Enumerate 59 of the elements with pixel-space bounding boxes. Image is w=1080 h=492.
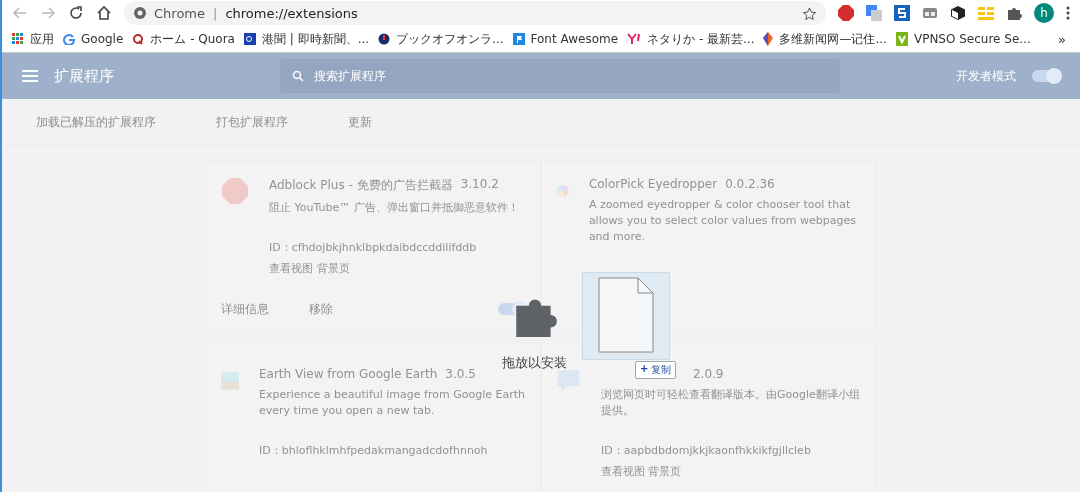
more-bookmarks-chevron[interactable]: » [1058, 31, 1066, 47]
inspect-views-label: 查看视图 [600, 465, 646, 478]
bookmark-item[interactable]: VPNSO Secure Se... [895, 32, 1031, 46]
separator: | [213, 5, 218, 21]
extension-description: 阻止 YouTube™ 广告、弹出窗口并抵御恶意软件！ [269, 200, 519, 216]
bookmark-item[interactable]: Google [63, 32, 124, 46]
q-logo-icon [132, 33, 145, 45]
g-logo-icon [63, 33, 75, 45]
window-icon[interactable] [922, 5, 938, 21]
bookmark-item[interactable]: ネタりか - 最新芸... [627, 30, 755, 48]
power-icon [378, 33, 391, 45]
developer-mode-toggle[interactable] [1032, 70, 1060, 82]
extension-name: Adblock Plus - 免费的广告拦截器 [269, 177, 453, 194]
star-icon[interactable] [803, 6, 816, 20]
bookmark-item[interactable]: 多维新闻网—记住... [763, 30, 887, 48]
colorful-logo-icon [763, 32, 774, 46]
stop-sign-icon [221, 177, 249, 205]
chrome-logo-icon [134, 7, 146, 19]
extension-version: 2.0.9 [692, 367, 724, 381]
s-logo-icon[interactable] [894, 5, 910, 21]
copy-badge: + 复制 [635, 361, 677, 379]
extension-version: 3.10.2 [460, 177, 499, 193]
url-text: chrome://extensions [225, 5, 358, 21]
page-title: 扩展程序 [54, 66, 115, 86]
menu-dots-icon[interactable] [1066, 6, 1070, 20]
bookmark-item[interactable]: Font Awesome [512, 32, 619, 46]
bookmark-item[interactable]: ホーム - Quora [132, 30, 235, 48]
document-icon [598, 277, 654, 353]
apps-grid-icon [12, 33, 24, 45]
extension-name: ColorPick Eyedropper [588, 177, 718, 191]
extension-id: ID：bhloflhklmhfpedakmangadcdofhnnoh [259, 443, 489, 458]
y-logo-icon [627, 33, 642, 45]
inspect-views-label: 查看视图 [269, 262, 314, 275]
puzzle-icon[interactable] [1006, 5, 1022, 21]
developer-mode-label: 开发者模式 [956, 67, 1016, 85]
search-icon [292, 70, 304, 82]
news-logo-icon [243, 33, 256, 45]
extension-version: 0.0.2.36 [725, 177, 775, 191]
extension-description: Experience a beautiful image from Google Earth every time you open a new tab. [259, 387, 526, 419]
bookmark-item[interactable]: 港聞 | 即時新聞、... [243, 30, 370, 48]
home-icon[interactable] [96, 5, 112, 21]
site-label: Chrome [154, 5, 205, 21]
stop-sign-icon[interactable] [838, 5, 854, 21]
address-bar[interactable]: Chrome | chrome://extensions [124, 1, 826, 25]
reload-icon[interactable] [68, 5, 84, 21]
extension-description: 浏览网页时可轻松查看翻译版本。由Google翻译小组提供。 [600, 387, 861, 419]
shield-icon [895, 32, 908, 46]
bookmark-item[interactable]: ブックオフオンラ... [378, 30, 504, 48]
cube-icon[interactable] [950, 5, 966, 21]
extension-id: ID：aapbdbdomjkkjkaonfhkkikfgjllcleb [600, 443, 812, 458]
bookmark-item[interactable]: 应用 [12, 30, 54, 48]
drop-to-install-text: 拖放以安装 [502, 354, 567, 372]
extension-description: A zoomed eyedropper & color chooser tool that allows you to select color values from webpages and more. [588, 197, 857, 245]
extension-name: Earth View from Google Earth [259, 367, 438, 381]
profile-avatar[interactable]: h [1034, 3, 1054, 23]
extension-version: 3.0.5 [445, 367, 476, 381]
extension-id: ID：cfhdojbkjhnklbpkdaibdccddilifddb [269, 240, 478, 255]
search-field[interactable]: 搜索扩展程序 [280, 59, 840, 93]
flag-icon [512, 33, 525, 45]
